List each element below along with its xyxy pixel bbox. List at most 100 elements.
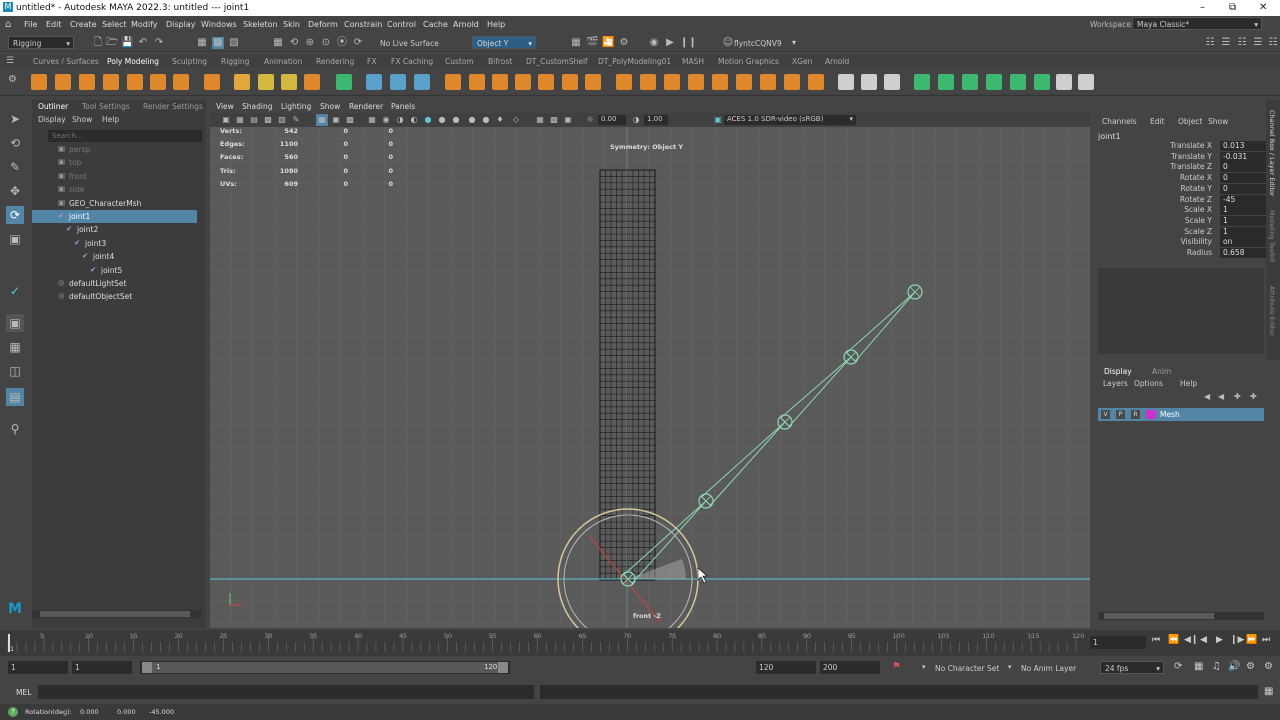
- auto-map-icon[interactable]: [884, 74, 900, 90]
- isolate-select-icon[interactable]: ◇: [510, 114, 522, 126]
- extract-icon[interactable]: [808, 74, 824, 90]
- offset-loop-icon[interactable]: [736, 74, 752, 90]
- outliner-item-top[interactable]: ▣ top: [32, 156, 197, 169]
- redo-icon[interactable]: ↷: [153, 37, 165, 49]
- snap-surface-icon[interactable]: ⦿: [336, 37, 348, 49]
- new-scene-icon[interactable]: 🗋: [92, 37, 104, 49]
- menu-arnold[interactable]: Arnold: [453, 20, 479, 29]
- move-tool-icon[interactable]: ✥: [6, 182, 24, 200]
- poly-text-icon[interactable]: [281, 74, 297, 90]
- outliner-menu-show[interactable]: Show: [72, 115, 92, 124]
- channel-scale-y[interactable]: Scale Y 1: [1098, 215, 1268, 227]
- layer-move-down-icon[interactable]: ◀: [1218, 392, 1224, 401]
- shelf-tab-dt-polymodeling01[interactable]: DT_PolyModeling01: [598, 57, 671, 66]
- outliner-item-joint1[interactable]: ✔ joint1: [32, 210, 197, 223]
- loop-icon[interactable]: ⟳: [1174, 661, 1182, 672]
- shelf-tab-rendering[interactable]: Rendering: [316, 57, 354, 66]
- new-layer-icon[interactable]: ✚: [1234, 392, 1241, 401]
- channel-value-field[interactable]: -0.031: [1220, 151, 1268, 162]
- viewport-menu-view[interactable]: View: [216, 102, 234, 111]
- joint-5[interactable]: [907, 284, 923, 300]
- layer-tab-anim[interactable]: Anim: [1152, 367, 1171, 376]
- four-view-icon[interactable]: ▦: [6, 338, 24, 356]
- color-management-icon[interactable]: ▣: [712, 114, 724, 126]
- lights-icon[interactable]: ●: [422, 114, 434, 126]
- scale-tool-icon[interactable]: ▣: [6, 230, 24, 248]
- help-icon[interactable]: ?: [8, 707, 18, 717]
- timeline-menu-icon[interactable]: ⚙: [1246, 661, 1255, 672]
- shelf-tab-fx[interactable]: FX: [367, 57, 376, 66]
- scene-start-field[interactable]: 1: [8, 661, 68, 674]
- mel-input[interactable]: [38, 685, 534, 699]
- exposure-icon[interactable]: ☼: [584, 114, 596, 126]
- shelf-tab-motion-graphics[interactable]: Motion Graphics: [718, 57, 779, 66]
- shelf-tab-arnold[interactable]: Arnold: [825, 57, 849, 66]
- boolean-icon[interactable]: [414, 74, 430, 90]
- outliner-item-joint2[interactable]: ✔ joint2: [32, 223, 197, 236]
- layer-playback-toggle[interactable]: P: [1116, 410, 1125, 419]
- camera-attributes-icon[interactable]: ▦: [234, 114, 246, 126]
- channel-value-field[interactable]: 1: [1220, 205, 1268, 216]
- shelf-tab-bifrost[interactable]: Bifrost: [488, 57, 512, 66]
- snap-curve-icon[interactable]: ⟲: [288, 37, 300, 49]
- channel-menu-object[interactable]: Object: [1178, 117, 1202, 126]
- pause-icon[interactable]: ❙❙: [680, 37, 697, 49]
- combine-icon[interactable]: [336, 74, 352, 90]
- anim-layer-dropdown-icon[interactable]: ▾: [1008, 663, 1012, 671]
- select-object-icon[interactable]: ▩: [212, 37, 224, 49]
- user-account-label[interactable]: flyntcCQNV9: [734, 39, 782, 48]
- layer-reference-toggle[interactable]: R: [1131, 410, 1140, 419]
- tool-settings-toggle-icon[interactable]: ☰: [1252, 37, 1264, 49]
- channel-value-field[interactable]: 0: [1220, 162, 1268, 173]
- menuset-dropdown[interactable]: Rigging ▾: [8, 36, 74, 49]
- channel-translate-x[interactable]: Translate X 0.013: [1098, 141, 1268, 152]
- gamma-icon[interactable]: ◑: [630, 114, 642, 126]
- viewport-panel[interactable]: View Shading Lighting Show Renderer Panels ▣ …: [210, 100, 1090, 628]
- character-set-label[interactable]: No Character Set: [935, 664, 999, 673]
- shelf-tab-xgen[interactable]: XGen: [792, 57, 812, 66]
- xray-icon[interactable]: ▦: [534, 114, 546, 126]
- shelf-settings-icon[interactable]: ⚙: [8, 74, 17, 85]
- poly-cylinder-icon[interactable]: [79, 74, 95, 90]
- restore-icon[interactable]: ⧉: [1229, 2, 1236, 13]
- step-forward-frame-icon[interactable]: ❙▶: [1230, 635, 1244, 645]
- home-icon[interactable]: ⌂: [5, 19, 11, 30]
- two-d-pan-icon[interactable]: ▧: [276, 114, 288, 126]
- poly-plane-icon[interactable]: [150, 74, 166, 90]
- center-pivot-icon[interactable]: [962, 74, 978, 90]
- shelf-tab-custom[interactable]: Custom: [445, 57, 474, 66]
- layer-hscrollbar[interactable]: [1098, 612, 1264, 620]
- ambient-occlusion-icon[interactable]: ●: [450, 114, 462, 126]
- outliner-tab-0[interactable]: Outliner: [38, 102, 68, 111]
- select-tool-icon[interactable]: ➤: [6, 110, 24, 128]
- fps-dropdown[interactable]: 24 fps ▾: [1100, 661, 1164, 674]
- range-slider-bar[interactable]: 1 120: [140, 661, 510, 674]
- snap-live-icon[interactable]: ⟳: [352, 37, 364, 49]
- menu-select[interactable]: Select: [102, 20, 127, 29]
- time-slider[interactable]: 5 10 15 20 25 30 35 40 45 50 55 60 65 70 75 80 85 90 95 100…: [0, 630, 1280, 656]
- search-icon[interactable]: ⚲: [6, 420, 24, 438]
- backface-icon[interactable]: ▣: [562, 114, 574, 126]
- shadows-icon[interactable]: ●: [436, 114, 448, 126]
- outliner-item-joint4[interactable]: ✔ joint4: [32, 250, 197, 263]
- paint-select-icon[interactable]: ✎: [6, 158, 24, 176]
- channel-translate-z[interactable]: Translate Z 0: [1098, 162, 1268, 173]
- exposure-field[interactable]: 0.00: [598, 115, 626, 125]
- outliner-hscrollbar[interactable]: [32, 610, 202, 618]
- snap-grid-icon[interactable]: ▦: [272, 37, 284, 49]
- outliner-search-input[interactable]: [48, 130, 202, 142]
- timeline-ruler[interactable]: 5 10 15 20 25 30 35 40 45 50 55 60 65 70 75 80 85 90 95 100…: [0, 630, 1090, 656]
- render-settings-icon[interactable]: ⚙: [618, 37, 630, 49]
- merge-icon[interactable]: [784, 74, 800, 90]
- shelf-tab-sculpting[interactable]: Sculpting: [172, 57, 207, 66]
- workspace-dropdown[interactable]: Maya Classic* ▾: [1132, 17, 1262, 30]
- bridge-icon[interactable]: [492, 74, 508, 90]
- render-view-icon[interactable]: ▦: [570, 37, 582, 49]
- keyframe-icon[interactable]: ▦: [1194, 661, 1203, 672]
- attribute-editor-toggle-icon[interactable]: ☰: [1220, 37, 1232, 49]
- layer-name[interactable]: Mesh: [1160, 410, 1180, 419]
- channel-box-toggle-icon[interactable]: ☷: [1236, 37, 1248, 49]
- gamma-field[interactable]: 1.00: [644, 115, 668, 125]
- resolution-gate-icon[interactable]: ▩: [344, 114, 356, 126]
- minimize-icon[interactable]: –: [1200, 2, 1205, 13]
